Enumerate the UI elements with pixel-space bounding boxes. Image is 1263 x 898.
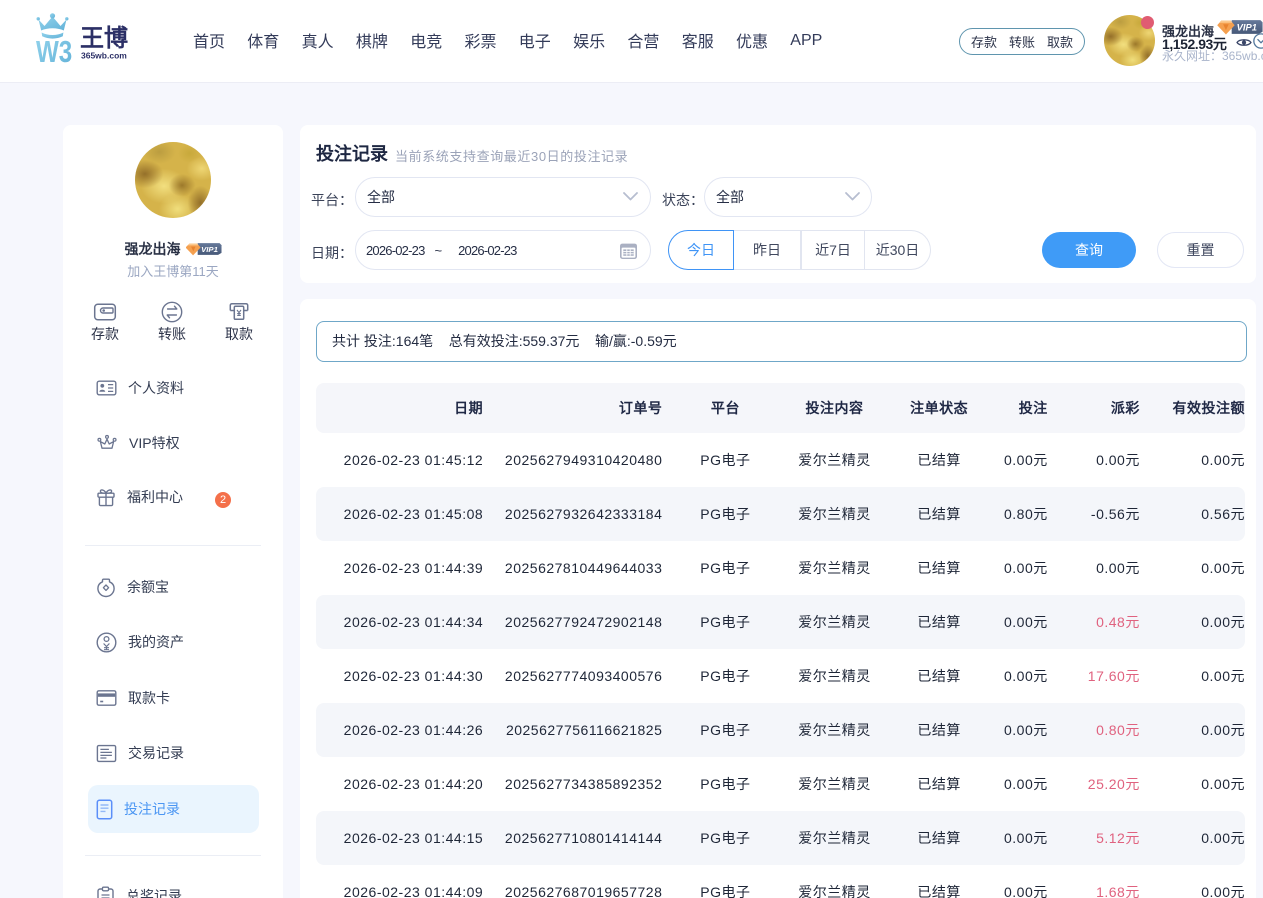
svg-text:365wb.com: 365wb.com <box>81 51 127 61</box>
svg-text:VIP1: VIP1 <box>201 245 218 254</box>
svg-text:W3: W3 <box>36 34 72 65</box>
svg-text:王博: 王博 <box>80 25 128 52</box>
svg-text:VIP1: VIP1 <box>1237 23 1257 33</box>
